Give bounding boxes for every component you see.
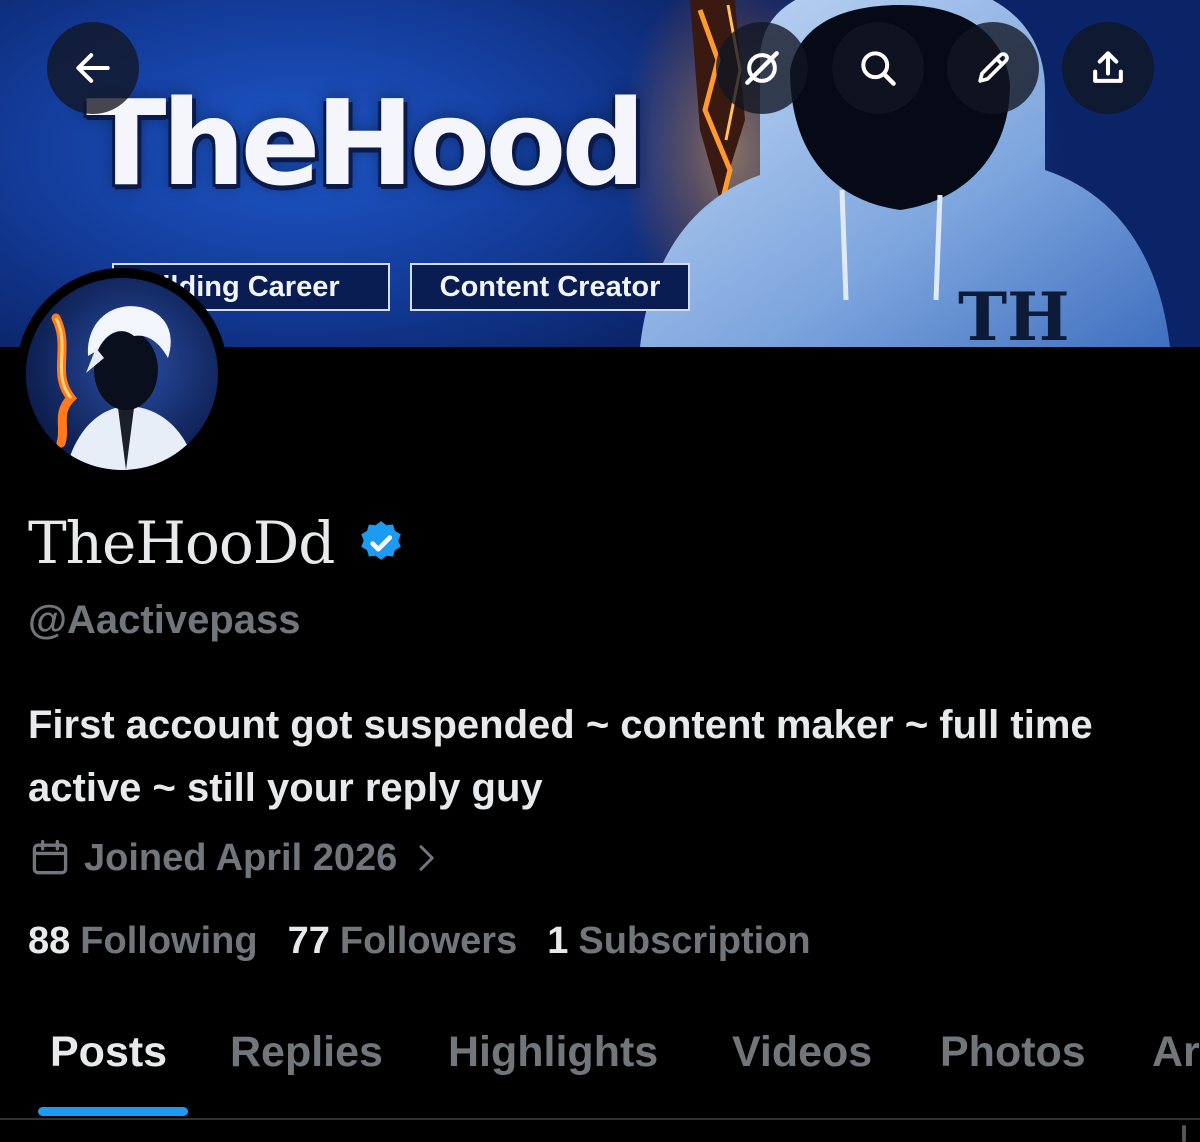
user-handle: @Aactivepass — [28, 598, 301, 642]
avatar-ring[interactable] — [16, 268, 228, 480]
back-button[interactable] — [47, 22, 139, 114]
arrow-left-icon — [76, 53, 110, 83]
following-stat[interactable]: 88 Following — [28, 920, 258, 963]
share-button[interactable] — [1062, 22, 1154, 114]
hoodie-emblem: TH — [958, 278, 1069, 347]
avatar-image — [26, 278, 218, 470]
banner-title: TheHood — [86, 74, 646, 212]
display-name-row: TheHooDd — [28, 514, 406, 572]
calendar-icon — [32, 839, 68, 875]
followers-count: 77 — [287, 920, 330, 962]
following-count: 88 — [28, 920, 71, 962]
scrollbar[interactable] — [1182, 1125, 1186, 1142]
display-name: TheHooDd — [28, 509, 335, 577]
avatar[interactable] — [26, 278, 218, 470]
search-button[interactable] — [832, 22, 924, 114]
grok-button[interactable] — [716, 22, 808, 114]
subscription-count: 1 — [547, 920, 569, 962]
active-tab-indicator — [38, 1107, 188, 1116]
profile-stats: 88 Following 77 Followers 1 Subscription — [28, 920, 841, 963]
tab-highlights[interactable]: Highlights — [448, 1028, 658, 1077]
banner-tag-creator: Content Creator — [410, 263, 690, 311]
verified-badge-icon[interactable] — [356, 518, 406, 568]
profile-bio: First account got suspended ~ content ma… — [28, 703, 1093, 810]
tab-photos[interactable]: Photos — [940, 1028, 1086, 1077]
joined-date-row[interactable]: Joined April 2026 — [28, 836, 441, 880]
search-icon — [861, 51, 896, 86]
pencil-icon — [978, 52, 1009, 83]
share-icon — [1093, 51, 1123, 83]
grok-icon — [745, 51, 779, 85]
subscription-stat[interactable]: 1 Subscription — [547, 920, 810, 963]
followers-stat[interactable]: 77 Followers — [288, 920, 518, 963]
tab-posts[interactable]: Posts — [50, 1028, 167, 1077]
profile-tabs: Posts Replies Highlights Videos Photos A… — [0, 1020, 1200, 1120]
subscription-label: Subscription — [578, 920, 811, 962]
followers-label: Followers — [339, 920, 518, 962]
joined-date: Joined April 2026 — [84, 836, 398, 879]
edit-button[interactable] — [947, 22, 1039, 114]
tab-videos[interactable]: Videos — [732, 1028, 872, 1077]
chevron-right-icon — [419, 845, 435, 871]
tab-replies[interactable]: Replies — [230, 1028, 383, 1077]
following-label: Following — [80, 920, 258, 962]
tab-articles[interactable]: Ar — [1152, 1028, 1200, 1077]
